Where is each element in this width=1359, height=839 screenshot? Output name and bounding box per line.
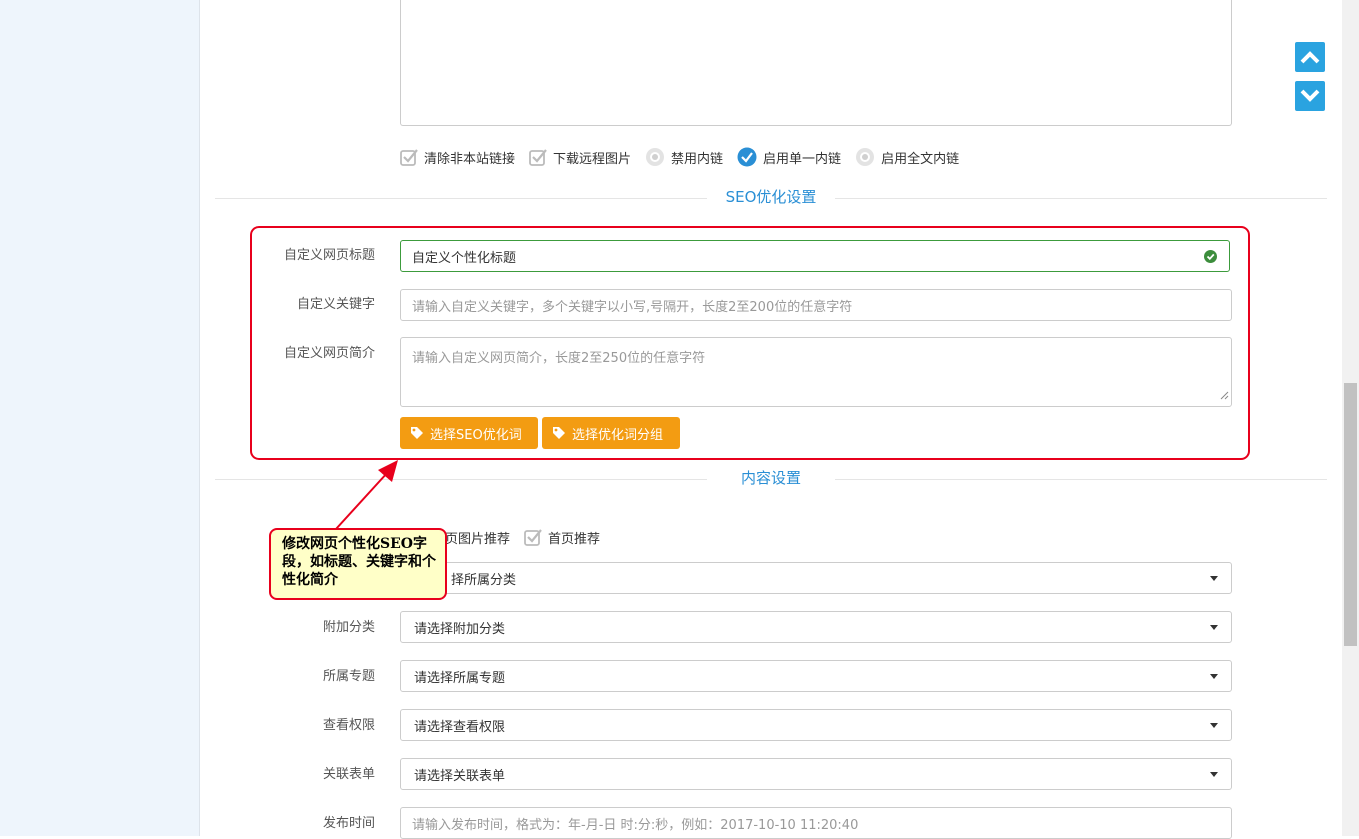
option-download-remote-images[interactable]: 下载远程图片 xyxy=(529,148,631,167)
seo-section-title: SEO优化设置 xyxy=(707,187,835,207)
tag-icon xyxy=(410,426,424,440)
category-select[interactable]: 择所属分类 xyxy=(400,562,1232,594)
caret-down-icon xyxy=(1210,674,1218,679)
recommend-options: 页图片推荐 首页推荐 xyxy=(445,527,600,547)
option-clear-external-links[interactable]: 清除非本站链接 xyxy=(400,148,515,167)
content-editor[interactable] xyxy=(400,0,1232,126)
topic-select[interactable]: 请选择所属专题 xyxy=(400,660,1232,692)
extra-category-label: 附加分类 xyxy=(322,620,375,635)
checkbox-checked-icon xyxy=(529,148,547,166)
form-select[interactable]: 请选择关联表单 xyxy=(400,758,1232,790)
valid-check-icon xyxy=(1204,250,1217,267)
editor-options: 清除非本站链接 下载远程图片 禁用内链 启用单一内链 启用全文内链 xyxy=(400,147,973,167)
publish-time-input[interactable]: 请输入发布时间，格式为：年-月-日 时:分:秒，例如：2017-10-10 11… xyxy=(400,807,1232,839)
caret-down-icon xyxy=(1210,625,1218,630)
topic-label: 所属专题 xyxy=(322,669,375,684)
content-section-title: 内容设置 xyxy=(707,468,835,488)
radio-unchecked-icon xyxy=(645,147,665,167)
select-seo-words-button[interactable]: 选择SEO优化词 xyxy=(400,417,538,449)
checkbox-checked-icon xyxy=(400,148,418,166)
chevron-up-icon xyxy=(1300,51,1320,64)
image-recommend-label[interactable]: 页图片推荐 xyxy=(445,528,510,547)
description-label: 自定义网页简介 xyxy=(283,346,375,361)
option-full-inner-links[interactable]: 启用全文内链 xyxy=(855,147,959,167)
page-title-input[interactable]: 自定义个性化标题 xyxy=(400,240,1230,272)
resize-handle-icon[interactable] xyxy=(1220,389,1229,404)
checkbox-checked-icon[interactable] xyxy=(524,528,542,546)
scroll-up-button[interactable] xyxy=(1295,42,1325,72)
select-word-group-button[interactable]: 选择优化词分组 xyxy=(542,417,680,449)
annotation-callout: 修改网页个性化SEO字段，如标题、关键字和个性化简介 xyxy=(269,528,447,600)
caret-down-icon xyxy=(1210,576,1218,581)
keywords-input[interactable]: 请输入自定义关键字，多个关键字以小写,号隔开，长度2至200位的任意字符 xyxy=(400,289,1232,321)
tag-icon xyxy=(552,426,566,440)
description-textarea[interactable]: 请输入自定义网页简介，长度2至250位的任意字符 xyxy=(400,337,1232,407)
radio-checked-icon xyxy=(737,147,757,167)
option-disable-inner-links[interactable]: 禁用内链 xyxy=(645,147,723,167)
scroll-down-button[interactable] xyxy=(1295,81,1325,111)
option-single-inner-link[interactable]: 启用单一内链 xyxy=(737,147,841,167)
caret-down-icon xyxy=(1210,723,1218,728)
extra-category-select[interactable]: 请选择附加分类 xyxy=(400,611,1232,643)
permission-label: 查看权限 xyxy=(322,718,375,733)
page-title-label: 自定义网页标题 xyxy=(283,248,375,263)
radio-unchecked-icon xyxy=(855,147,875,167)
caret-down-icon xyxy=(1210,772,1218,777)
home-recommend-label[interactable]: 首页推荐 xyxy=(548,528,600,547)
form-label: 关联表单 xyxy=(322,767,375,782)
permission-select[interactable]: 请选择查看权限 xyxy=(400,709,1232,741)
keywords-label: 自定义关键字 xyxy=(296,297,375,312)
chevron-down-icon xyxy=(1300,89,1320,102)
scrollbar-thumb[interactable] xyxy=(1344,383,1357,646)
publish-time-label: 发布时间 xyxy=(322,816,375,831)
page-scrollbar[interactable] xyxy=(1342,0,1359,836)
left-sidebar xyxy=(0,0,200,836)
